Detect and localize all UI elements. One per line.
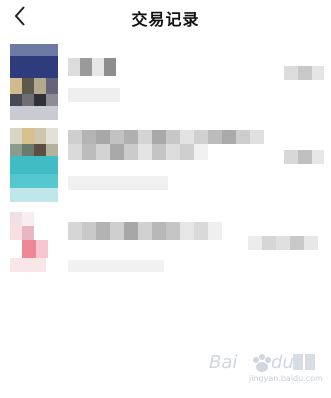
blurred-subtext bbox=[68, 260, 164, 272]
baidu-jingyan-watermark: Bai du jingyan.baidu.com bbox=[209, 344, 323, 388]
blurred-text bbox=[68, 58, 120, 76]
top-bar: 交易记录 bbox=[0, 0, 331, 34]
thumbnail bbox=[10, 212, 58, 276]
svg-text:du: du bbox=[271, 352, 294, 373]
transaction-row-1[interactable] bbox=[0, 44, 331, 122]
page-title: 交易记录 bbox=[131, 10, 200, 29]
svg-text:Bai: Bai bbox=[209, 352, 237, 373]
blurred-subtext bbox=[68, 88, 120, 102]
thumbnail bbox=[10, 44, 58, 120]
baidu-jingyan-logo: Bai du bbox=[209, 352, 315, 373]
blurred-amount bbox=[248, 236, 326, 250]
blurred-text bbox=[68, 130, 276, 160]
blurred-subtext bbox=[68, 176, 168, 190]
blurred-amount bbox=[284, 150, 324, 164]
transaction-row-2[interactable] bbox=[0, 128, 331, 204]
thumbnail bbox=[10, 128, 58, 202]
transaction-row-3[interactable] bbox=[0, 212, 331, 282]
blurred-amount bbox=[284, 66, 324, 80]
blurred-text bbox=[68, 222, 228, 240]
watermark-url: jingyan.baidu.com bbox=[249, 374, 323, 383]
